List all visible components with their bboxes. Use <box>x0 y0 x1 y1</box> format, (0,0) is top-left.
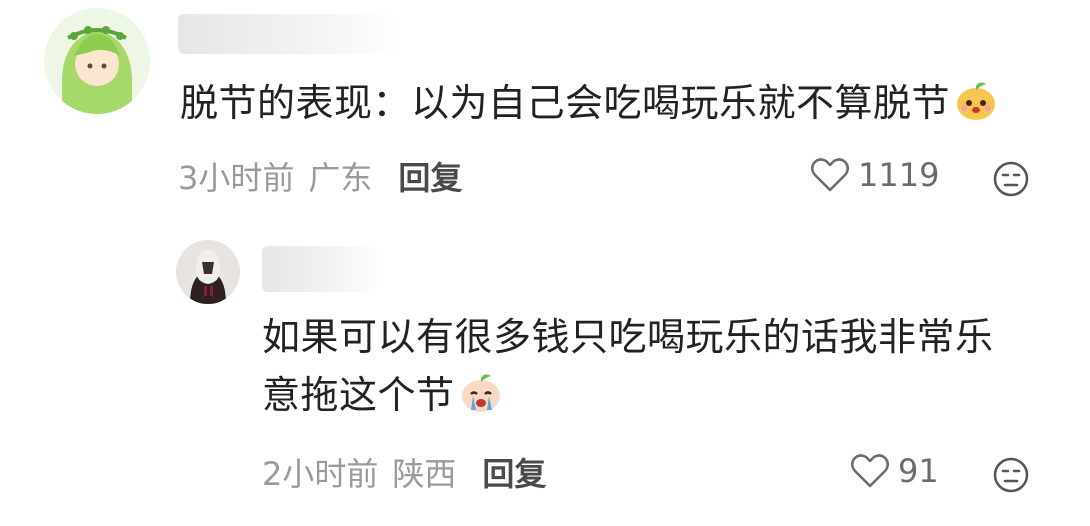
reply-reply-button[interactable]: 回复 <box>482 455 546 493</box>
reply-time: 2小时前 <box>262 455 379 493</box>
comment-text: 脱节的表现：以为自己会吃喝玩乐就不算脱节 <box>180 74 998 138</box>
reply-dislike-button[interactable] <box>992 456 1030 498</box>
comment-time: 3小时前 <box>178 159 295 197</box>
username-blurred[interactable] <box>178 14 398 54</box>
reply-meta: 2小时前 陕西 回复 <box>262 454 546 494</box>
reply-like-button[interactable]: 91 <box>850 452 939 490</box>
smiling-face-emoji-icon <box>954 78 998 138</box>
like-button[interactable]: 1119 <box>810 156 939 194</box>
comment-location: 广东 <box>308 159 373 197</box>
reply-text-line1: 如果可以有很多钱只吃喝玩乐的话我非常乐 <box>262 315 994 359</box>
crying-face-emoji-icon <box>459 370 503 430</box>
heart-icon <box>811 158 849 192</box>
reply-text: 如果可以有很多钱只吃喝玩乐的话我非常乐 意拖这个节 <box>262 308 1062 430</box>
reply-text-line2: 意拖这个节 <box>262 373 455 417</box>
reply-button[interactable]: 回复 <box>398 159 462 197</box>
avatar[interactable] <box>44 8 150 114</box>
comment-text-content: 脱节的表现：以为自己会吃喝玩乐就不算脱节 <box>180 81 951 125</box>
reply-location: 陕西 <box>392 455 457 493</box>
reply-avatar[interactable] <box>176 240 240 304</box>
unhappy-face-icon <box>993 161 1029 197</box>
comment-meta: 3小时前 广东 回复 <box>178 158 462 198</box>
avatar-illustration <box>44 8 150 114</box>
reply-username-blurred[interactable] <box>262 246 382 292</box>
unhappy-face-icon <box>993 457 1029 493</box>
avatar-photo <box>176 240 240 304</box>
heart-icon <box>851 454 889 488</box>
like-count: 1119 <box>858 156 940 194</box>
dislike-button[interactable] <box>992 160 1030 202</box>
reply-like-count: 91 <box>898 452 939 490</box>
